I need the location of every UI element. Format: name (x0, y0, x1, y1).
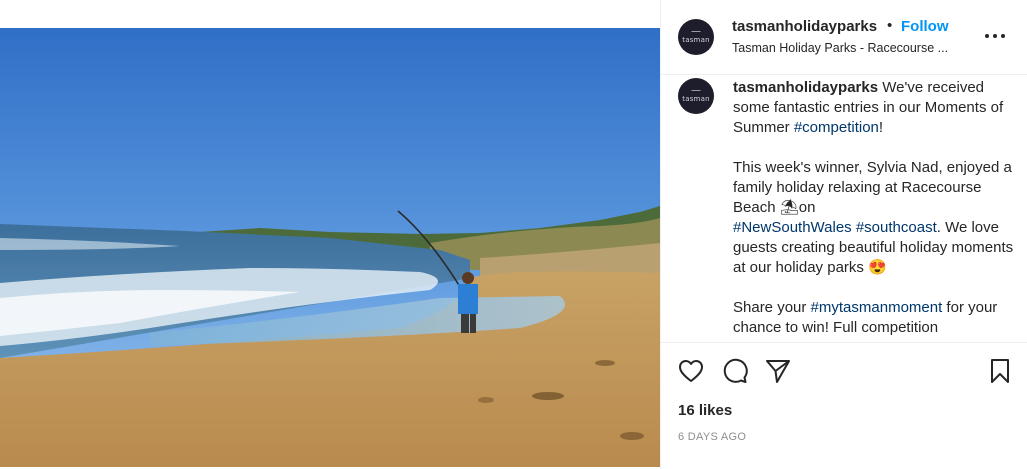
avatar-logo-text: tasman (682, 94, 710, 103)
caption-area: tasman tasmanholidayparks We've received… (661, 76, 1027, 342)
post-header: tasman tasmanholidayparks • Follow Tasma… (661, 0, 1027, 75)
caption-avatar[interactable]: tasman (678, 78, 714, 114)
hashtag-southcoast[interactable]: #southcoast (856, 219, 937, 236)
caption-text: tasmanholidayparks We've received some f… (733, 78, 1017, 342)
logo-roof-icon (691, 30, 701, 35)
post-timestamp[interactable]: 6 DAYS AGO (678, 431, 746, 443)
hashtag-mytasmanmoment[interactable]: #mytasmanmoment (811, 299, 943, 316)
follow-button[interactable]: Follow (901, 18, 949, 35)
caption-para2-on: on (798, 199, 816, 216)
hashtag-competition[interactable]: #competition (794, 119, 879, 136)
umbrella-emoji: ⛱ (779, 199, 799, 216)
post-details-panel: tasman tasmanholidayparks • Follow Tasma… (660, 0, 1027, 469)
caption-para2: This week's winner, Sylvia Nad, enjoyed … (733, 159, 1012, 216)
avatar[interactable]: tasman (678, 19, 714, 55)
hashtag-newsouthwales[interactable]: #NewSouthWales (733, 219, 852, 236)
location-link[interactable]: Tasman Holiday Parks - Racecourse ... (732, 41, 948, 55)
avatar-logo-text: tasman (682, 35, 710, 44)
bookmark-icon[interactable] (986, 357, 1014, 385)
beach-fishing-photo (0, 28, 660, 467)
username-link[interactable]: tasmanholidayparks (732, 18, 877, 35)
post-photo[interactable] (0, 28, 660, 467)
separator-dot: • (887, 17, 893, 34)
caption-username-link[interactable]: tasmanholidayparks (733, 79, 878, 96)
caption-line1-end: ! (878, 119, 884, 136)
share-icon[interactable] (764, 357, 792, 385)
heart-eyes-emoji: 😍 (868, 259, 887, 276)
post-actions: 16 likes 6 DAYS AGO (661, 342, 1027, 469)
comment-icon[interactable] (721, 357, 749, 385)
logo-roof-icon (691, 89, 701, 94)
likes-count[interactable]: 16 likes (678, 402, 732, 419)
heart-icon[interactable] (677, 357, 705, 385)
caption-para3: Share your (733, 299, 811, 316)
more-horizontal-icon[interactable] (983, 26, 1007, 46)
